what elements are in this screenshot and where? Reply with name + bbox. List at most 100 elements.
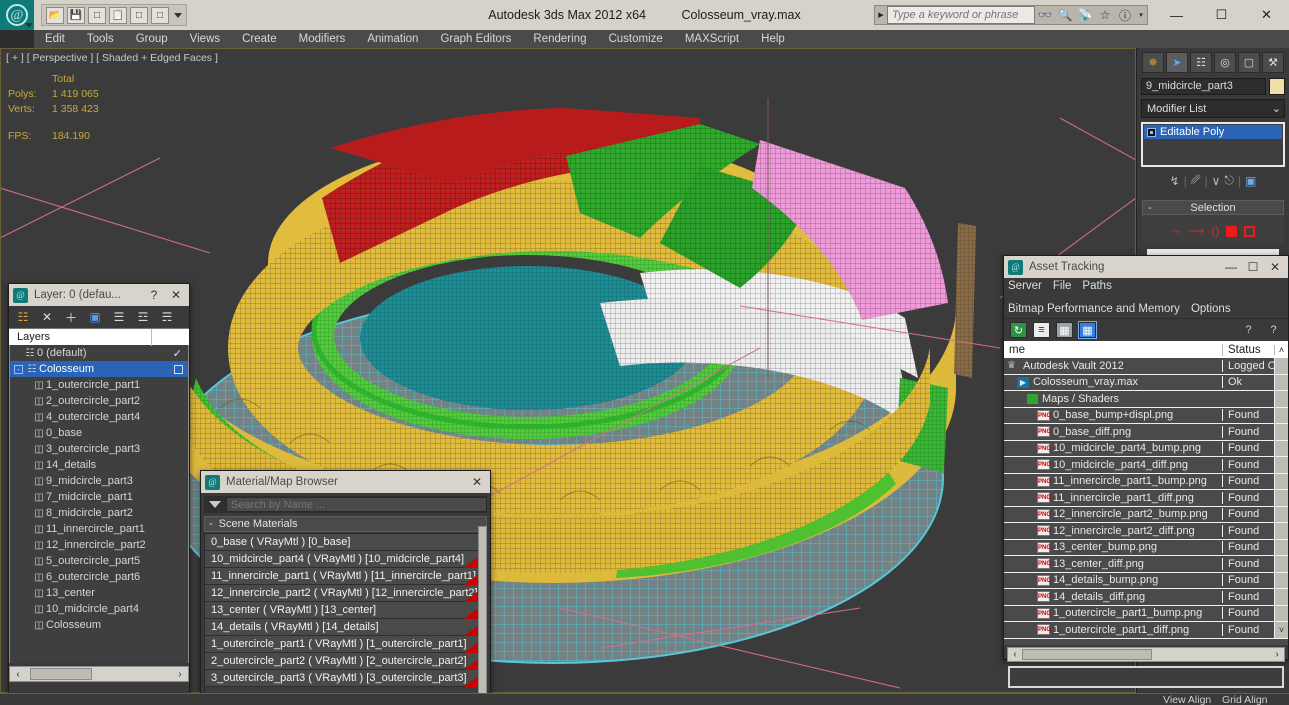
menu-file[interactable]: File <box>1053 280 1072 292</box>
scroll-left-icon[interactable]: ‹ <box>1008 649 1022 660</box>
asset-row[interactable]: Maps / Shaders <box>1004 391 1288 408</box>
asset-scroll-column[interactable] <box>1274 440 1288 456</box>
select-highlight-icon[interactable]: ☰ <box>108 308 130 326</box>
layer-list[interactable]: ☷ 0 (default) ✓ - ☷ Colosseum ◫ 1_outercircle_p… <box>9 345 189 663</box>
edge-icon[interactable]: ⟶ <box>1187 224 1204 238</box>
menu-group[interactable]: Group <box>125 30 179 48</box>
asset-scroll-column[interactable] <box>1274 556 1288 572</box>
object-color-swatch[interactable] <box>1269 78 1285 95</box>
asset-row[interactable]: PNG 1_outercircle_part1_bump.png Found <box>1004 605 1288 622</box>
asset-scroll-column[interactable] <box>1274 490 1288 506</box>
asset-row[interactable]: PNG 12_innercircle_part2_diff.png Found <box>1004 523 1288 540</box>
asset-scroll-column[interactable]: ˅ <box>1274 622 1288 638</box>
menu-tools[interactable]: Tools <box>76 30 125 48</box>
close-button[interactable]: ✕ <box>466 475 488 489</box>
material-row[interactable]: 14_details ( VRayMtl ) [14_details] <box>205 619 486 636</box>
scrollbar-thumb[interactable] <box>30 668 92 680</box>
vertex-icon[interactable]: ⤳ <box>1171 224 1181 239</box>
menu-edit[interactable]: Edit <box>34 30 76 48</box>
layer-row[interactable]: ◫ 7_midcircle_part1 <box>10 489 188 505</box>
key-icon[interactable]: 🔍 <box>1055 8 1075 22</box>
material-browser-titlebar[interactable]: @ Material/Map Browser ✕ <box>201 471 490 493</box>
close-button[interactable]: ✕ <box>165 288 187 302</box>
asset-scroll-column[interactable] <box>1274 457 1288 473</box>
menu-modifiers[interactable]: Modifiers <box>288 30 357 48</box>
material-row[interactable]: 2_outercircle_part2 ( VRayMtl ) [2_outer… <box>205 653 486 670</box>
material-row[interactable]: 10_midcircle_part4 ( VRayMtl ) [10_midci… <box>205 551 486 568</box>
close-button[interactable]: ✕ <box>1244 0 1289 30</box>
material-row[interactable]: 1_outercircle_part1 ( VRayMtl ) [1_outer… <box>205 636 486 653</box>
modifier-stack-item-editable-poly[interactable]: Editable Poly <box>1144 125 1282 139</box>
menu-server[interactable]: Server <box>1008 280 1042 292</box>
asset-row[interactable]: PNG 14_details_diff.png Found <box>1004 589 1288 606</box>
delete-layer-icon[interactable]: ✕ <box>36 308 58 326</box>
polygon-icon[interactable] <box>1226 225 1238 237</box>
scroll-right-icon[interactable]: › <box>1270 649 1284 660</box>
help-icon[interactable]: ⓘ <box>1115 7 1135 24</box>
help-button[interactable]: ? <box>143 288 165 302</box>
binoculars-icon[interactable]: 👓 <box>1035 8 1055 22</box>
hierarchy-tab[interactable]: ☷ <box>1190 52 1212 73</box>
layer-row[interactable]: - ☷ Colosseum <box>10 361 188 377</box>
close-button[interactable]: ✕ <box>1264 260 1286 274</box>
viewport-label[interactable]: [ + ] [ Perspective ] [ Shaded + Edged F… <box>6 52 218 64</box>
minimize-button[interactable]: — <box>1220 260 1242 274</box>
layer-row[interactable]: ◫ 13_center <box>10 585 188 601</box>
asset-row[interactable]: PNG 0_base_diff.png Found <box>1004 424 1288 441</box>
table-view-icon[interactable]: ▦ <box>1078 321 1097 339</box>
modify-tab[interactable]: ➤ <box>1166 52 1188 73</box>
asset-row[interactable]: PNG 11_innercircle_part1_bump.png Found <box>1004 473 1288 490</box>
asset-row[interactable]: ▶ Colosseum_vray.max Ok <box>1004 374 1288 391</box>
layer-row[interactable]: ◫ 9_midcircle_part3 <box>10 473 188 489</box>
pin-stack-icon[interactable]: ↯ <box>1170 174 1180 188</box>
context-help-icon[interactable]: ? <box>1265 322 1282 338</box>
asset-tracking-titlebar[interactable]: @ Asset Tracking — ☐ ✕ <box>1004 256 1288 278</box>
layer-row[interactable]: ◫ 14_details <box>10 457 188 473</box>
asset-row[interactable]: PNG 11_innercircle_part1_diff.png Found <box>1004 490 1288 507</box>
layer-horizontal-scrollbar[interactable]: ‹ › <box>9 666 189 682</box>
highlight-selected-icon[interactable]: ☲ <box>132 308 154 326</box>
hide-layer-icon[interactable]: ☴ <box>156 308 178 326</box>
chevron-down-icon[interactable] <box>174 12 182 18</box>
menu-bitmap-performance[interactable]: Bitmap Performance and Memory <box>1008 303 1180 315</box>
select-objects-icon[interactable]: ▣ <box>84 308 106 326</box>
layer-row[interactable]: ◫ 6_outercircle_part6 <box>10 569 188 585</box>
menu-paths[interactable]: Paths <box>1082 280 1111 292</box>
list-view-icon[interactable]: ≡ <box>1033 322 1050 338</box>
menu-rendering[interactable]: Rendering <box>522 30 597 48</box>
material-list[interactable]: 0_base ( VRayMtl ) [0_base] 10_midcircle_… <box>204 533 487 705</box>
layer-row[interactable]: ☷ 0 (default) ✓ <box>10 345 188 361</box>
asset-row[interactable]: PNG 1_outercircle_part1_diff.png Found ˅ <box>1004 622 1288 639</box>
asset-row[interactable]: ♛ Autodesk Vault 2012 Logged O <box>1004 358 1288 375</box>
asset-scroll-column[interactable] <box>1274 523 1288 539</box>
asset-scroll-column[interactable] <box>1274 358 1288 374</box>
asset-row[interactable]: PNG 12_innercircle_part2_bump.png Found <box>1004 506 1288 523</box>
maximize-button[interactable]: ☐ <box>1242 260 1264 274</box>
asset-scroll-column[interactable] <box>1274 605 1288 621</box>
selection-rollout-header[interactable]: - Selection <box>1142 200 1284 215</box>
asset-path-field[interactable] <box>1008 666 1284 688</box>
material-search-input[interactable] <box>226 497 487 512</box>
menu-options[interactable]: Options <box>1191 303 1231 315</box>
layer-dialog-titlebar[interactable]: @ Layer: 0 (defau... ? ✕ <box>9 284 189 306</box>
expand-icon[interactable]: - <box>14 364 23 374</box>
material-row[interactable]: 11_innercircle_part1 ( VRayMtl ) [11_inn… <box>205 568 486 585</box>
asset-scroll-column[interactable] <box>1274 374 1288 390</box>
element-icon[interactable] <box>1244 225 1256 237</box>
modifier-list-dropdown[interactable]: Modifier List ⌄ <box>1141 99 1285 118</box>
scene-materials-group-header[interactable]: - Scene Materials <box>204 516 487 532</box>
layer-row[interactable]: ◫ 5_outercircle_part5 <box>10 553 188 569</box>
view-align-button[interactable]: View Align <box>1163 694 1211 705</box>
satellite-icon[interactable]: 📡 <box>1075 8 1095 22</box>
asset-scroll-column[interactable] <box>1274 473 1288 489</box>
minimize-button[interactable]: — <box>1154 0 1199 30</box>
asset-scroll-column[interactable] <box>1274 539 1288 555</box>
menu-create[interactable]: Create <box>231 30 288 48</box>
asset-scroll-column[interactable] <box>1274 407 1288 423</box>
column-name[interactable]: me <box>1004 344 1222 356</box>
grid-align-button[interactable]: Grid Align <box>1222 694 1268 705</box>
layer-row[interactable]: ◫ Colosseum <box>10 617 188 633</box>
maximize-button[interactable]: ☐ <box>1199 0 1244 30</box>
add-selection-icon[interactable]: ＋ <box>60 308 82 326</box>
material-vertical-scrollbar[interactable] <box>478 526 487 696</box>
